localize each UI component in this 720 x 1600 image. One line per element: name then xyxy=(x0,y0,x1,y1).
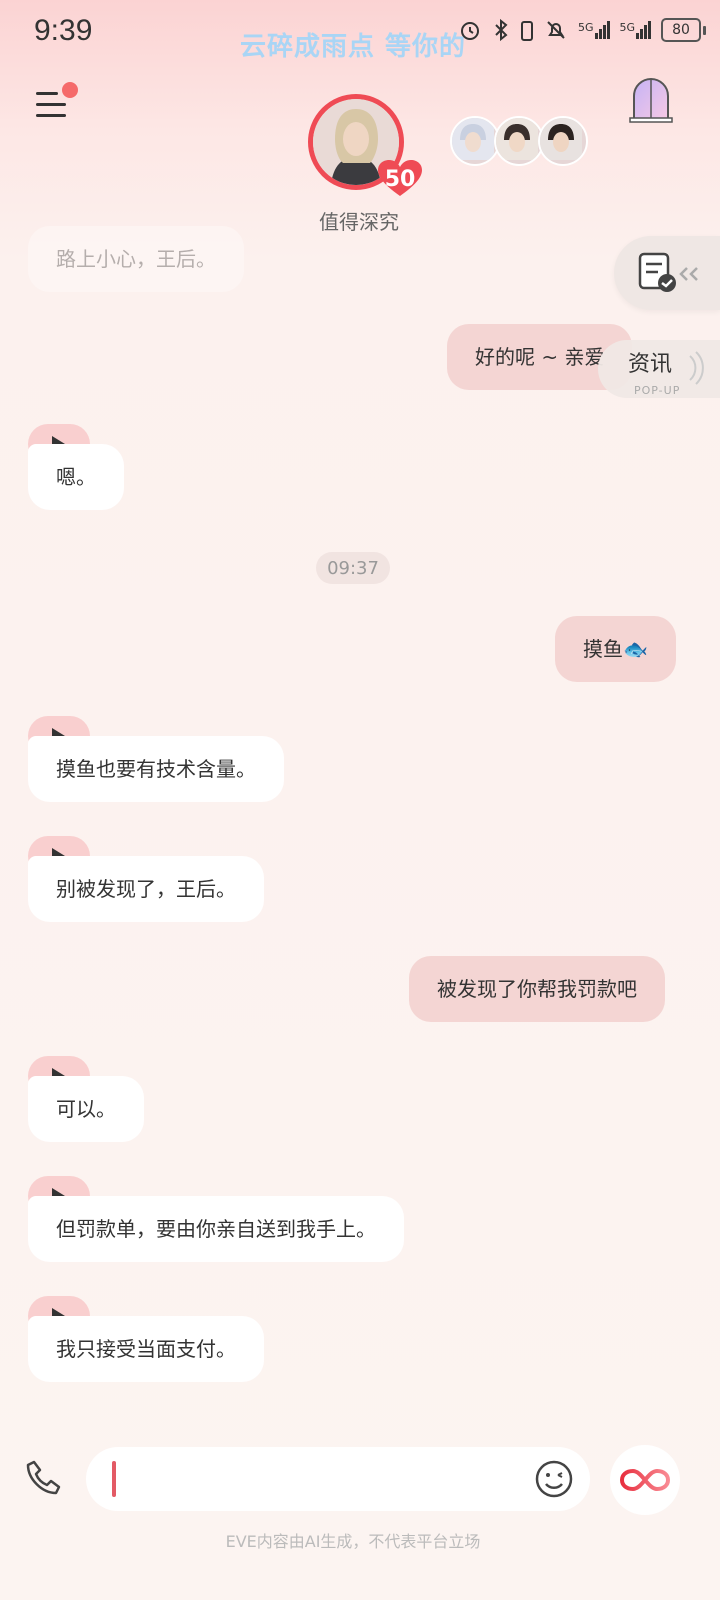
chat-record-widget[interactable] xyxy=(614,236,720,310)
signal-icon-2: 5G xyxy=(620,21,652,39)
infinity-icon xyxy=(619,1468,671,1492)
document-check-icon xyxy=(638,252,676,292)
battery-saver-icon xyxy=(521,21,533,41)
signal-label: 5G xyxy=(578,21,594,34)
text-caret xyxy=(112,1461,116,1497)
status-icons: 5G 5G 80 xyxy=(458,18,707,42)
ai-message-bubble[interactable]: 摸鱼也要有技术含量。 xyxy=(28,736,284,802)
menu-icon-line xyxy=(36,114,66,117)
emoji-icon xyxy=(535,1460,573,1498)
signal-label: 5G xyxy=(619,21,636,34)
battery-level: 80 xyxy=(672,22,690,38)
chevrons-left-icon xyxy=(679,267,698,281)
menu-icon-line xyxy=(36,92,58,95)
bluetooth-icon xyxy=(495,18,508,42)
ai-message-bubble[interactable]: 别被发现了，王后。 xyxy=(28,856,264,922)
magic-window-icon[interactable] xyxy=(628,74,674,124)
message-timestamp: 09:37 xyxy=(316,552,390,584)
ai-message-bubble[interactable]: 我只接受当面支付。 xyxy=(28,1316,264,1382)
news-popup-widget[interactable]: 资讯 POP-UP xyxy=(598,340,720,398)
notification-dot xyxy=(62,82,78,98)
ai-disclaimer: EVE内容由AI生成，不代表平台立场 xyxy=(225,1532,481,1551)
other-characters[interactable] xyxy=(450,116,588,166)
menu-icon-line xyxy=(36,103,66,106)
my-message-bubble[interactable]: 摸鱼🐟 xyxy=(555,616,676,682)
signal-icon-1: 5G xyxy=(578,21,610,39)
character-portrait-icon xyxy=(452,118,494,160)
alarm-icon xyxy=(461,22,479,40)
character-portrait-icon xyxy=(496,118,538,160)
sound-wave-icon xyxy=(689,351,704,385)
news-label: 资讯 xyxy=(628,352,673,377)
character-portrait-icon xyxy=(540,118,582,160)
status-time: 9:39 xyxy=(34,14,93,47)
status-ticker-text: 云碎成雨点 等你的 xyxy=(240,32,467,62)
affinity-level: 50 xyxy=(384,166,416,192)
mini-avatar[interactable] xyxy=(494,116,544,166)
mini-avatar[interactable] xyxy=(538,116,588,166)
ai-message-bubble[interactable]: 嗯。 xyxy=(28,444,124,510)
ai-message-bubble[interactable]: 路上小心，王后。 xyxy=(28,226,244,292)
message-input[interactable] xyxy=(86,1447,590,1511)
phone-call-icon[interactable] xyxy=(22,1456,66,1500)
battery-tip xyxy=(703,25,707,35)
news-sublabel: POP-UP xyxy=(634,384,681,397)
mini-avatar[interactable] xyxy=(450,116,500,166)
affinity-heart-badge: 50 xyxy=(376,158,424,198)
ai-message-bubble[interactable]: 可以。 xyxy=(28,1076,144,1142)
battery-icon: 80 xyxy=(661,18,702,42)
menu-button[interactable] xyxy=(36,82,78,120)
ai-message-bubble[interactable]: 但罚款单，要由你亲自送到我手上。 xyxy=(28,1196,404,1262)
emoji-button[interactable] xyxy=(534,1459,574,1499)
mute-bell-icon xyxy=(547,21,565,39)
character-name: 值得深究 xyxy=(319,210,399,234)
infinity-mode-button[interactable] xyxy=(610,1445,680,1515)
my-message-bubble[interactable]: 被发现了你帮我罚款吧 xyxy=(409,956,665,1022)
